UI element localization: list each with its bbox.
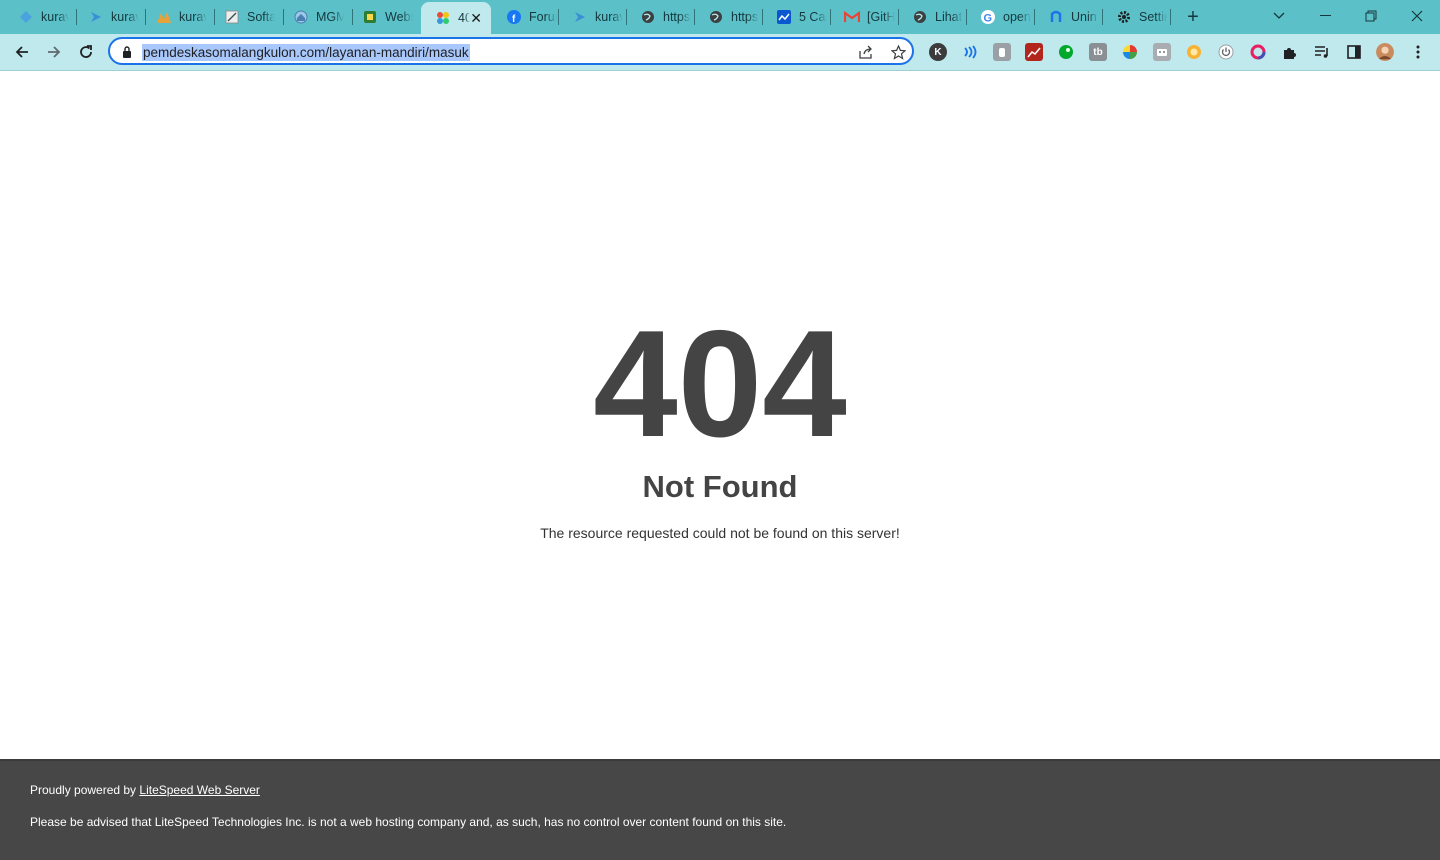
chart-icon <box>776 9 792 25</box>
svg-text:G: G <box>984 13 993 25</box>
back-arrow-icon <box>15 46 28 58</box>
tab-10[interactable]: https <box>626 0 694 34</box>
sun-extension-icon[interactable] <box>1185 43 1203 61</box>
error-description: The resource requested could not be foun… <box>540 525 900 541</box>
house-icon <box>293 9 309 25</box>
powered-by-label: Proudly powered by <box>30 783 140 797</box>
color-wheel-extension-icon[interactable] <box>1121 43 1139 61</box>
globe-icon <box>708 9 724 25</box>
tab-6[interactable]: Webs <box>348 0 416 34</box>
n-logo-icon <box>1048 9 1064 25</box>
tab-16[interactable]: Unin <box>1034 0 1102 34</box>
tab-9[interactable]: kurav <box>558 0 626 34</box>
reload-button[interactable] <box>74 40 98 64</box>
tab-15[interactable]: G open <box>966 0 1034 34</box>
facebook-icon: f <box>506 9 522 25</box>
address-bar[interactable]: pemdeskasomalangkulon.com/layanan-mandir… <box>108 37 914 65</box>
google-icon: G <box>980 9 996 25</box>
lock-icon[interactable] <box>122 45 132 63</box>
forward-arrow-icon <box>48 46 61 58</box>
reload-icon <box>80 45 92 58</box>
tab-1[interactable]: kurav <box>4 0 72 34</box>
pma-logo-icon <box>156 9 172 25</box>
power-extension-icon[interactable] <box>1217 43 1235 61</box>
server-footer: Proudly powered by LiteSpeed Web Server … <box>0 759 1440 860</box>
litespeed-link[interactable]: LiteSpeed Web Server <box>139 783 260 797</box>
tb-extension-icon[interactable]: tb <box>1089 43 1107 61</box>
tab-3[interactable]: kurav <box>142 0 210 34</box>
tab-5[interactable]: MGM <box>279 0 347 34</box>
side-panel-icon[interactable] <box>1345 43 1363 61</box>
gear-icon <box>1116 9 1132 25</box>
share-icon[interactable] <box>858 44 874 60</box>
tab-11[interactable]: https <box>694 0 762 34</box>
tab-search-icon[interactable] <box>1256 0 1302 32</box>
profile-avatar[interactable] <box>1376 43 1394 61</box>
chart-extension-icon[interactable] <box>1025 43 1043 61</box>
tab-strip: kurav kurav kurav Softa MGM Webs 40 ✕ f … <box>0 0 1440 34</box>
tab-12[interactable]: 5 Car <box>762 0 830 34</box>
globe-icon <box>912 9 928 25</box>
tab-8[interactable]: f Forur <box>492 0 560 34</box>
ring-extension-icon[interactable] <box>1249 43 1267 61</box>
signal-extension-icon[interactable] <box>961 43 979 61</box>
page-content: 404 Not Found The resource requested cou… <box>0 71 1440 759</box>
error-title: Not Found <box>642 469 798 504</box>
feather-icon <box>224 9 240 25</box>
minimize-icon[interactable] <box>1302 0 1348 32</box>
new-tab-button[interactable]: + <box>1182 6 1204 28</box>
puzzle-extensions-icon[interactable] <box>1281 43 1299 61</box>
arrow-icon <box>88 9 104 25</box>
tab-7-active[interactable]: 40 ✕ <box>421 2 491 34</box>
close-tab-icon[interactable]: ✕ <box>470 10 482 27</box>
tab-14[interactable]: Lihat <box>898 0 966 34</box>
gmail-icon <box>844 9 860 25</box>
pinwheel-icon <box>435 10 451 26</box>
close-window-icon[interactable] <box>1394 0 1440 32</box>
evernote-extension-icon[interactable] <box>1057 43 1075 61</box>
error-code: 404 <box>593 299 847 469</box>
media-queue-icon[interactable] <box>1313 43 1331 61</box>
globe-icon <box>640 9 656 25</box>
url-text[interactable]: pemdeskasomalangkulon.com/layanan-mandir… <box>142 44 470 61</box>
forward-button[interactable] <box>42 40 66 64</box>
emblem-icon <box>362 9 378 25</box>
hosting-notice: Please be advised that LiteSpeed Technol… <box>30 815 787 829</box>
hand-extension-icon[interactable] <box>993 43 1011 61</box>
powered-by-line: Proudly powered by LiteSpeed Web Server <box>30 783 260 797</box>
k-extension-icon[interactable]: K <box>929 43 947 61</box>
bookmark-star-icon[interactable] <box>890 44 906 60</box>
tab-2[interactable]: kurav <box>74 0 142 34</box>
robot-extension-icon[interactable] <box>1153 43 1171 61</box>
diamond-icon <box>18 9 34 25</box>
browser-toolbar: pemdeskasomalangkulon.com/layanan-mandir… <box>0 34 1440 71</box>
tab-17[interactable]: Settir <box>1102 0 1170 34</box>
tab-13[interactable]: [GitH <box>830 0 898 34</box>
more-menu-icon[interactable] <box>1409 43 1427 61</box>
tab-separator <box>1170 9 1171 25</box>
arrow-icon <box>572 9 588 25</box>
back-button[interactable] <box>10 40 34 64</box>
restore-icon[interactable] <box>1348 0 1394 32</box>
tab-4[interactable]: Softa <box>210 0 278 34</box>
